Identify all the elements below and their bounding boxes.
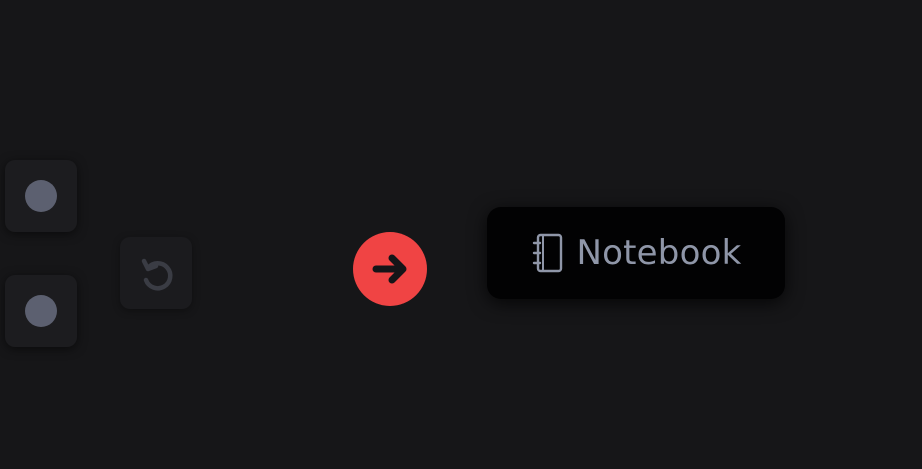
undo-button[interactable]	[120, 237, 192, 309]
left-tile-top-button[interactable]	[5, 160, 77, 232]
notebook-icon	[532, 233, 562, 273]
notebook-label: Notebook	[576, 233, 742, 273]
undo-icon	[141, 258, 173, 291]
left-tile-bottom-button[interactable]	[5, 275, 77, 347]
notebook-button[interactable]: Notebook	[487, 207, 785, 299]
next-arrow-button[interactable]	[353, 232, 427, 306]
arrow-right-icon	[372, 254, 407, 284]
dot-icon	[25, 295, 57, 327]
dot-icon	[25, 180, 57, 212]
